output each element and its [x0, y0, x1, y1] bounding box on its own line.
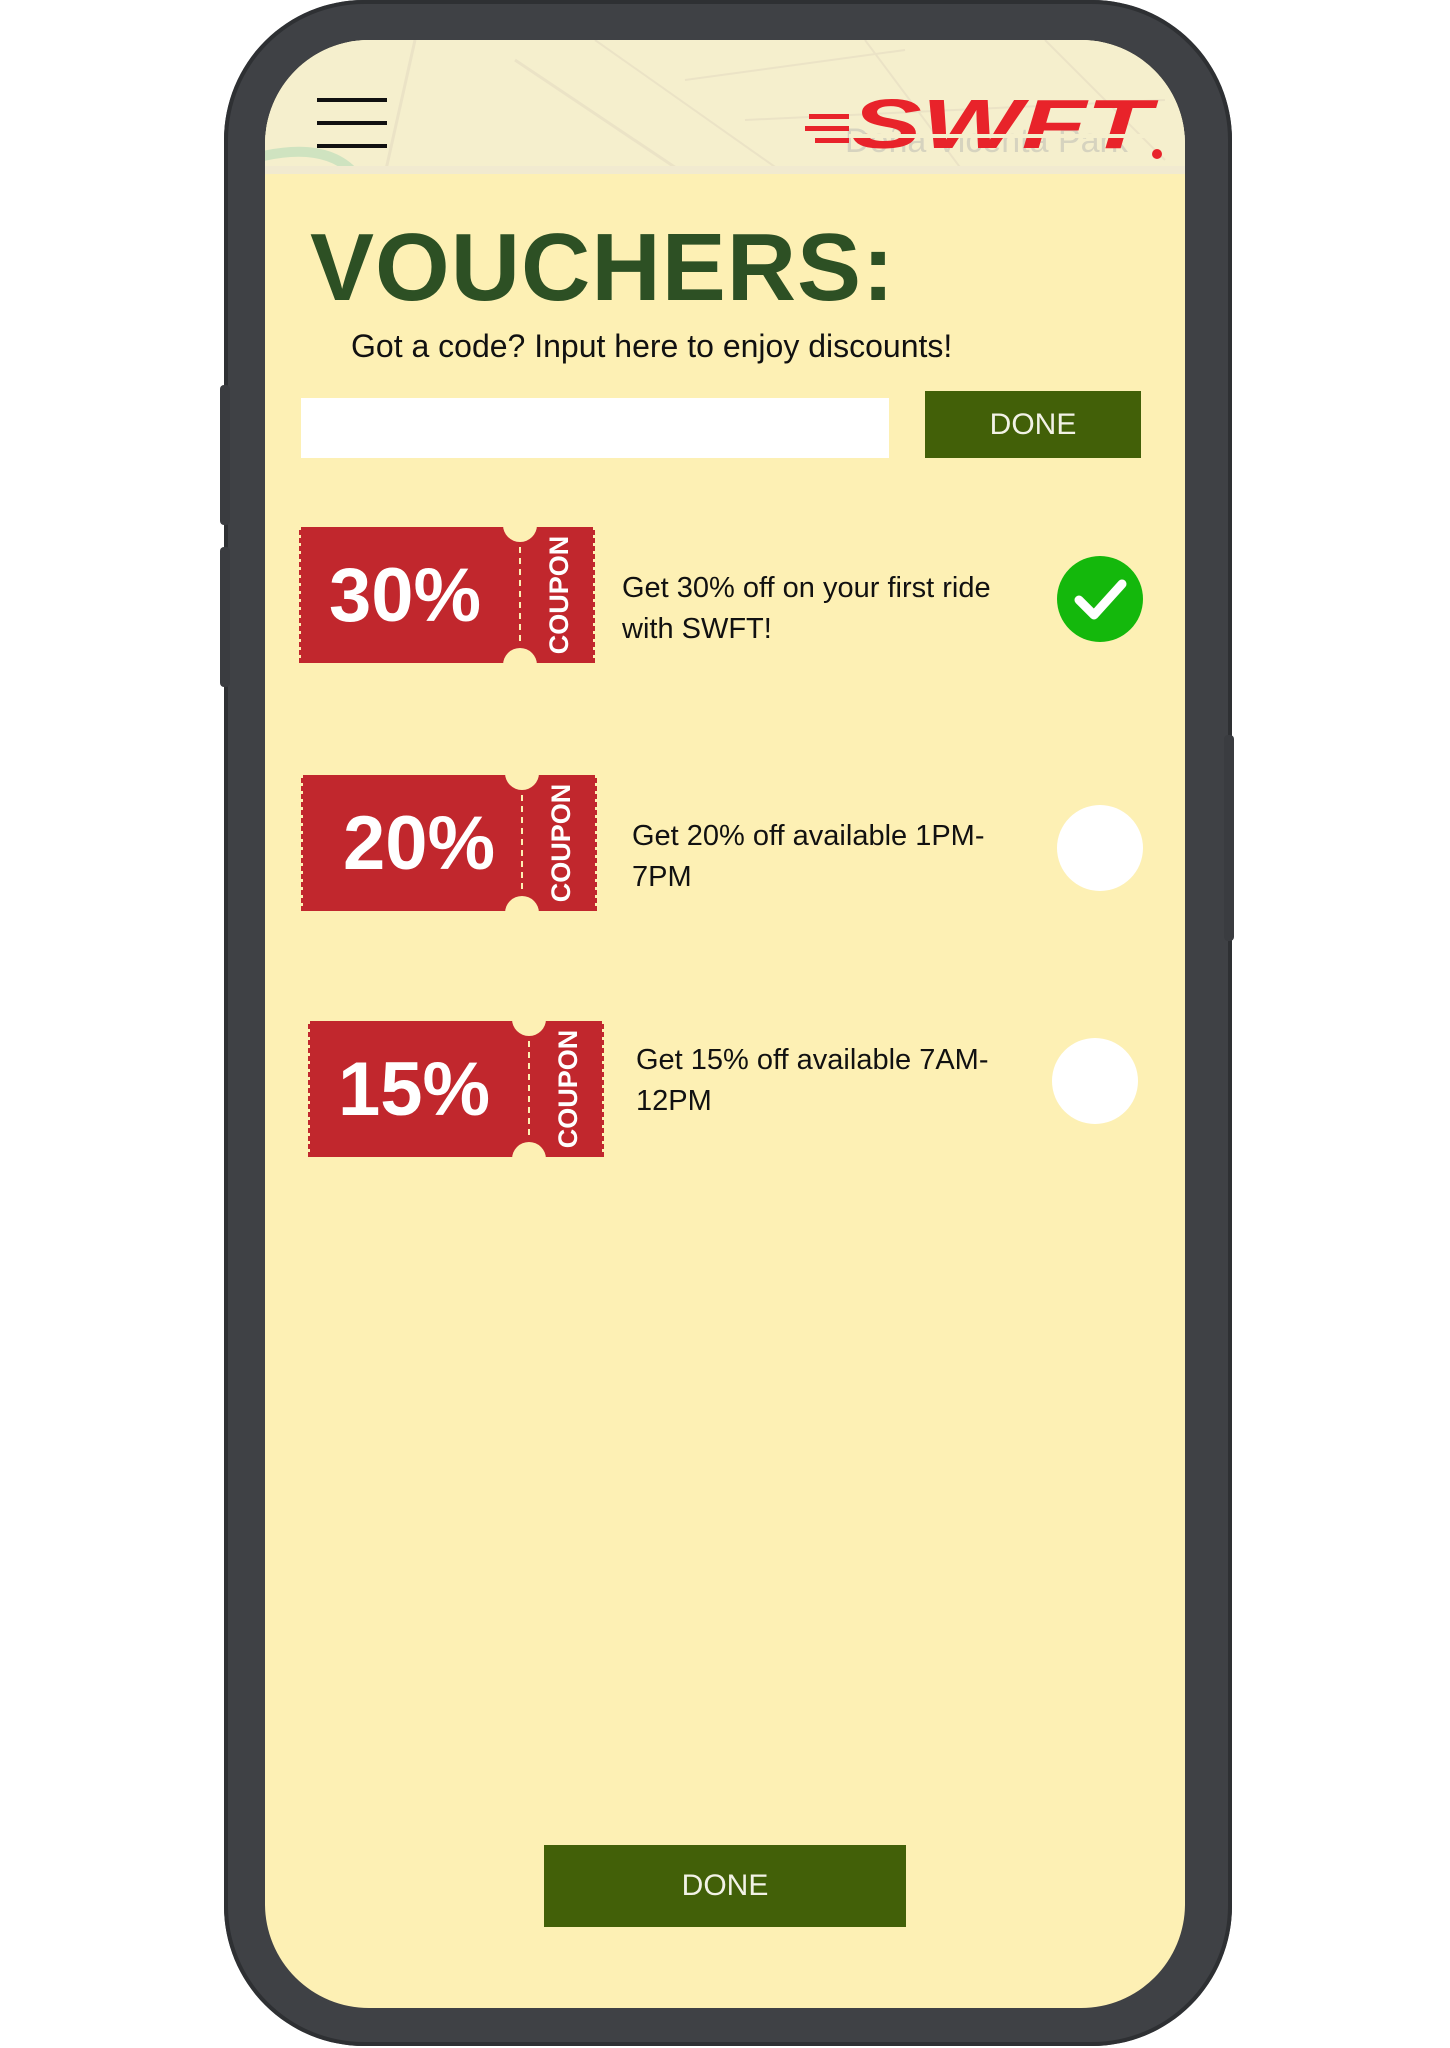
swft-logo: SWFT	[805, 85, 1175, 170]
phone-side-button-volume-up	[220, 547, 230, 687]
apply-code-button[interactable]: DONE	[925, 391, 1141, 458]
checkmark-icon	[1074, 579, 1127, 620]
coupon-ticket[interactable]: 30% COUPON	[297, 525, 597, 665]
voucher-description: Get 15% off available 7AM-12PM	[636, 1044, 989, 1117]
voucher-select-radio[interactable]	[1052, 1038, 1138, 1124]
speed-lines-icon: SWFT	[805, 85, 1162, 163]
phone-side-button-silent	[220, 385, 230, 525]
voucher-description: Get 20% off available 1PM-7PM	[632, 820, 985, 893]
done-button[interactable]: DONE	[544, 1845, 906, 1927]
coupon-percent: 20%	[343, 800, 496, 886]
coupon-label: COUPON	[544, 535, 574, 655]
hamburger-menu-icon	[317, 98, 387, 102]
coupon-ticket[interactable]: 15% COUPON	[306, 1019, 606, 1159]
coupon-percent: 15%	[338, 1046, 491, 1132]
voucher-description: Get 30% off on your first ride with SWFT…	[622, 572, 991, 645]
logo-text: SWFT	[851, 90, 1159, 163]
voucher-select-radio[interactable]	[1057, 805, 1143, 891]
voucher-select-radio-selected[interactable]	[1057, 556, 1143, 642]
page-title: VOUCHERS:	[310, 214, 896, 321]
coupon-label: COUPON	[546, 783, 576, 903]
page-subtitle: Got a code? Input here to enjoy discount…	[351, 328, 953, 364]
coupon-percent: 30%	[329, 552, 482, 638]
coupon-ticket[interactable]: 20% COUPON	[299, 773, 599, 913]
menu-button[interactable]	[317, 98, 389, 148]
app-screen: Doña Vicenta Park SWFT VOUCHERS: Got a c…	[265, 40, 1185, 2008]
voucher-code-input[interactable]	[301, 398, 889, 458]
coupon-label: COUPON	[553, 1029, 583, 1149]
phone-side-button-power	[1224, 735, 1234, 941]
